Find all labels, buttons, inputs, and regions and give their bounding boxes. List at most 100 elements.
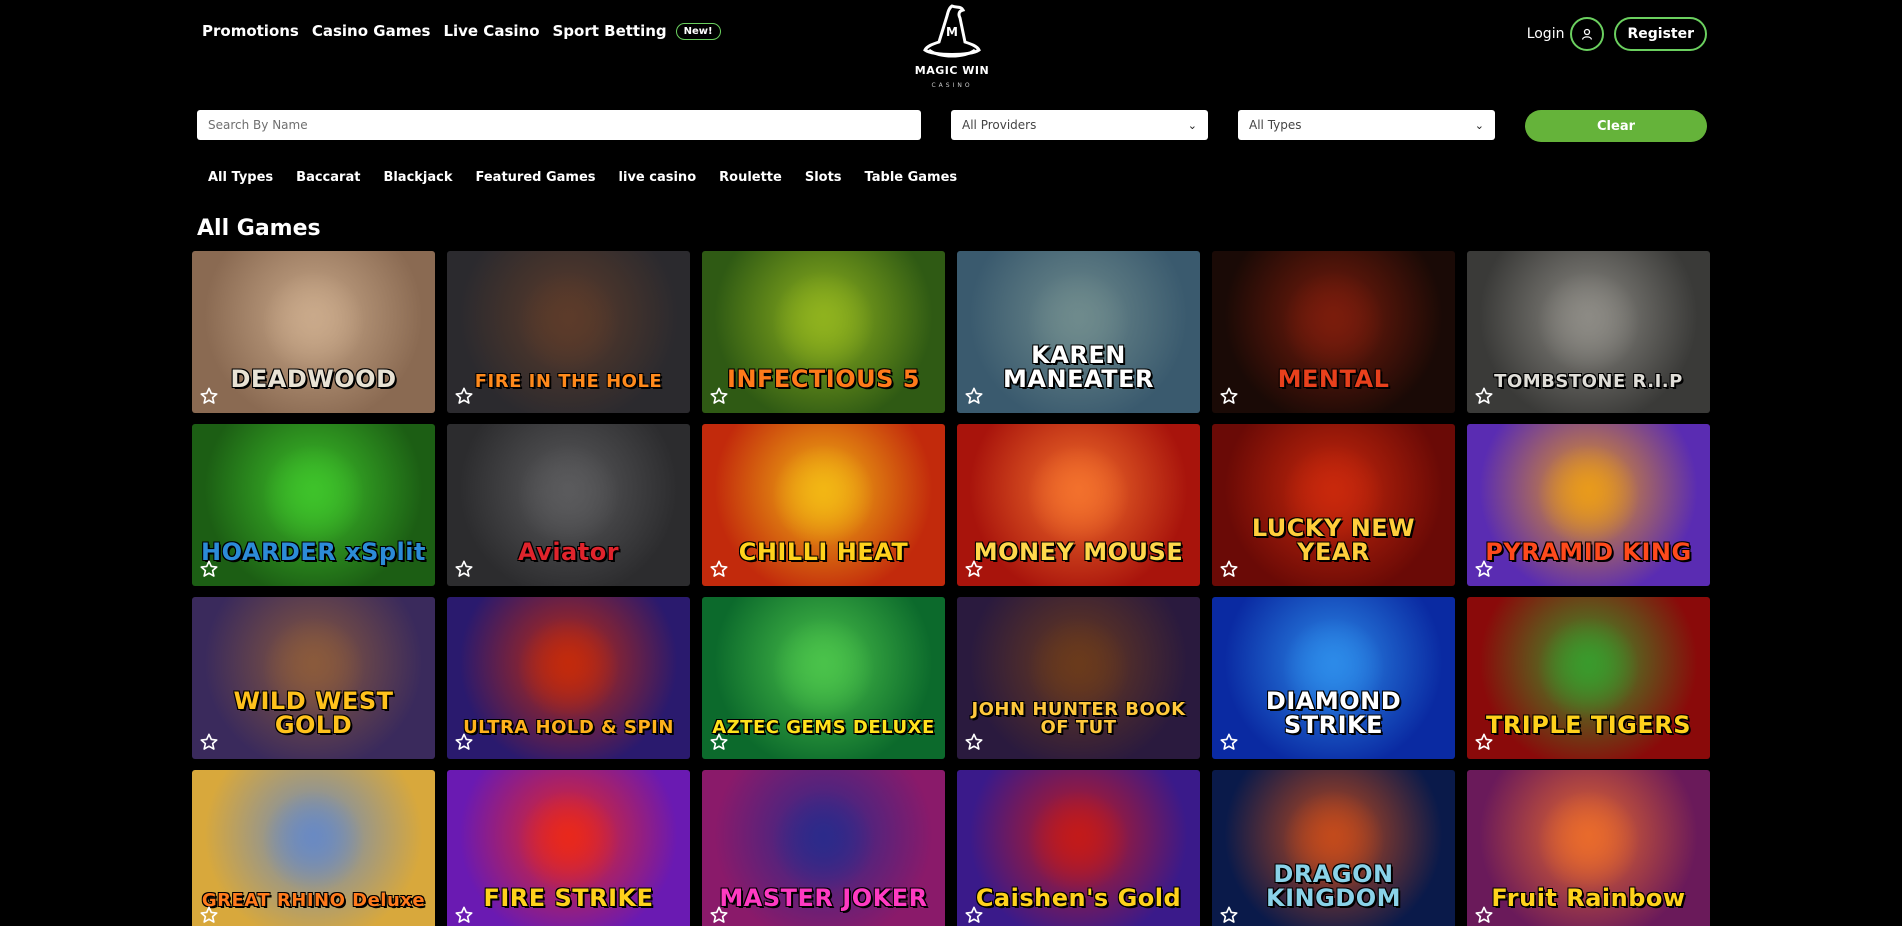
favorite-star-icon[interactable]: [1475, 906, 1493, 924]
favorite-star-icon[interactable]: [710, 560, 728, 578]
svg-text:M: M: [946, 25, 958, 39]
tab-live-casino[interactable]: live casino: [619, 170, 697, 185]
game-card[interactable]: LUCKY NEW YEAR: [1212, 424, 1455, 586]
favorite-star-icon[interactable]: [455, 560, 473, 578]
game-title: HOARDER xSplit: [201, 538, 426, 566]
game-title: DIAMOND STRIKE: [1265, 687, 1402, 739]
favorite-star-icon[interactable]: [965, 560, 983, 578]
game-title: Caishen's Gold: [975, 884, 1182, 912]
game-title: DEADWOOD: [230, 365, 397, 393]
game-title: Aviator: [517, 538, 620, 566]
game-card[interactable]: Caishen's Gold: [957, 770, 1200, 926]
game-title: TOMBSTONE R.I.P: [1494, 371, 1683, 392]
site-header: Promotions Casino Games Live Casino Spor…: [0, 0, 1902, 100]
providers-select[interactable]: All Providers ⌄: [951, 110, 1208, 140]
game-card[interactable]: HOARDER xSplit: [192, 424, 435, 586]
game-card[interactable]: TRIPLE TIGERS: [1467, 597, 1710, 759]
game-card[interactable]: AZTEC GEMS DELUXE: [702, 597, 945, 759]
register-button[interactable]: Register: [1614, 17, 1707, 51]
game-card[interactable]: Fruit Rainbow: [1467, 770, 1710, 926]
favorite-star-icon[interactable]: [1220, 387, 1238, 405]
game-card[interactable]: CHILLI HEAT: [702, 424, 945, 586]
tab-all-types[interactable]: All Types: [208, 170, 273, 185]
type-tabs: All Types Baccarat Blackjack Featured Ga…: [208, 170, 980, 185]
favorite-star-icon[interactable]: [965, 906, 983, 924]
game-card[interactable]: FIRE STRIKE: [447, 770, 690, 926]
game-title: JOHN HUNTER BOOK OF TUT: [971, 699, 1186, 738]
clear-button[interactable]: Clear: [1525, 110, 1707, 142]
wizard-hat-icon: M: [923, 4, 981, 58]
favorite-star-icon[interactable]: [200, 560, 218, 578]
game-card[interactable]: KAREN MANEATER: [957, 251, 1200, 413]
game-card[interactable]: JOHN HUNTER BOOK OF TUT: [957, 597, 1200, 759]
game-card[interactable]: TOMBSTONE R.I.P: [1467, 251, 1710, 413]
nav-promotions[interactable]: Promotions: [202, 22, 299, 40]
favorite-star-icon[interactable]: [455, 906, 473, 924]
favorite-star-icon[interactable]: [1475, 560, 1493, 578]
favorite-star-icon[interactable]: [965, 387, 983, 405]
tab-roulette[interactable]: Roulette: [719, 170, 782, 185]
new-badge: New!: [675, 22, 721, 40]
games-grid: DEADWOOD FIRE IN THE HOLE INFECTIOUS 5 KARE…: [192, 251, 1712, 926]
providers-select-value: All Providers: [962, 118, 1037, 132]
user-icon[interactable]: [1570, 17, 1605, 51]
game-title: INFECTIOUS 5: [727, 365, 920, 393]
game-artwork: [1537, 444, 1640, 547]
game-artwork: [262, 271, 365, 374]
game-card[interactable]: DIAMOND STRIKE: [1212, 597, 1455, 759]
game-card[interactable]: ULTRA HOLD & SPIN: [447, 597, 690, 759]
game-card[interactable]: WILD WEST GOLD: [192, 597, 435, 759]
logo-subtext: CASINO: [931, 82, 973, 89]
game-card[interactable]: MASTER JOKER: [702, 770, 945, 926]
favorite-star-icon[interactable]: [965, 733, 983, 751]
game-card[interactable]: FIRE IN THE HOLE: [447, 251, 690, 413]
logo-text: MAGIC WIN: [914, 64, 990, 77]
favorite-star-icon[interactable]: [200, 733, 218, 751]
game-title: TRIPLE TIGERS: [1485, 711, 1692, 739]
game-title: PYRAMID KING: [1485, 538, 1692, 566]
favorite-star-icon[interactable]: [1220, 733, 1238, 751]
favorite-star-icon[interactable]: [710, 733, 728, 751]
tab-blackjack[interactable]: Blackjack: [383, 170, 452, 185]
favorite-star-icon[interactable]: [200, 906, 218, 924]
game-card[interactable]: Aviator: [447, 424, 690, 586]
game-card[interactable]: INFECTIOUS 5: [702, 251, 945, 413]
game-artwork: [517, 271, 620, 374]
search-input[interactable]: [197, 110, 921, 140]
game-card[interactable]: GREAT RHINO Deluxe: [192, 770, 435, 926]
favorite-star-icon[interactable]: [1220, 906, 1238, 924]
game-artwork: [1282, 271, 1385, 374]
game-card[interactable]: MENTAL: [1212, 251, 1455, 413]
game-artwork: [772, 271, 875, 374]
tab-featured-games[interactable]: Featured Games: [476, 170, 596, 185]
favorite-star-icon[interactable]: [1475, 387, 1493, 405]
favorite-star-icon[interactable]: [455, 387, 473, 405]
nav-live-casino[interactable]: Live Casino: [443, 22, 539, 40]
tab-baccarat[interactable]: Baccarat: [296, 170, 360, 185]
game-card[interactable]: PYRAMID KING: [1467, 424, 1710, 586]
favorite-star-icon[interactable]: [455, 733, 473, 751]
nav-casino-games[interactable]: Casino Games: [312, 22, 431, 40]
game-artwork: [517, 617, 620, 720]
game-title: CHILLI HEAT: [738, 538, 909, 566]
favorite-star-icon[interactable]: [710, 906, 728, 924]
game-card[interactable]: DEADWOOD: [192, 251, 435, 413]
login-link[interactable]: Login: [1527, 26, 1565, 42]
game-title: MENTAL: [1277, 365, 1390, 393]
section-title: All Games: [197, 216, 321, 241]
game-card[interactable]: MONEY MOUSE: [957, 424, 1200, 586]
chevron-down-icon: ⌄: [1474, 118, 1484, 132]
favorite-star-icon[interactable]: [1475, 733, 1493, 751]
favorite-star-icon[interactable]: [200, 387, 218, 405]
favorite-star-icon[interactable]: [1220, 560, 1238, 578]
favorite-star-icon[interactable]: [710, 387, 728, 405]
game-card[interactable]: DRAGON KINGDOM: [1212, 770, 1455, 926]
tab-table-games[interactable]: Table Games: [865, 170, 958, 185]
main-nav: Promotions Casino Games Live Casino Spor…: [202, 22, 721, 40]
logo[interactable]: M MAGIC WIN CASINO: [905, 2, 999, 94]
nav-sport-betting[interactable]: Sport Betting: [553, 22, 667, 40]
game-title: FIRE STRIKE: [483, 884, 654, 912]
types-select[interactable]: All Types ⌄: [1238, 110, 1495, 140]
game-artwork: [1027, 790, 1130, 893]
tab-slots[interactable]: Slots: [805, 170, 842, 185]
